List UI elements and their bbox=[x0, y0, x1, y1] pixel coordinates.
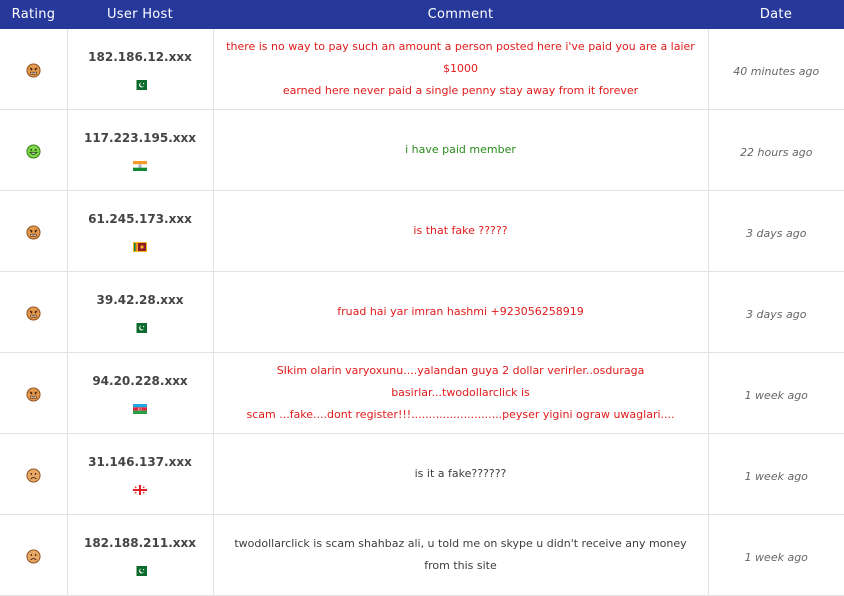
comment-text: fruad hai yar imran hashmi +923056258919 bbox=[337, 305, 584, 318]
comment-cell: is that fake ????? bbox=[213, 190, 709, 272]
comment-cell: fruad hai yar imran hashmi +923056258919 bbox=[213, 271, 709, 353]
date-cell: 40 minutes ago bbox=[708, 29, 844, 110]
table-row: 31.146.137.xxx is it a fake?????? 1 week a… bbox=[0, 433, 844, 515]
host-cell: 182.188.211.xxx bbox=[67, 514, 214, 596]
user-ip: 117.223.195.xxx bbox=[83, 130, 197, 145]
rating-cell bbox=[0, 271, 68, 353]
post-date: 1 week ago bbox=[744, 550, 808, 564]
comment-text: there is no way to pay such an amount a … bbox=[226, 40, 695, 75]
post-date: 3 days ago bbox=[746, 307, 807, 321]
table-row: 182.186.12.xxx there is no way to pay suc… bbox=[0, 29, 844, 110]
sad-face-icon bbox=[26, 467, 41, 483]
rating-cell bbox=[0, 352, 68, 434]
user-ip: 31.146.137.xxx bbox=[88, 454, 192, 469]
date-cell: 1 week ago bbox=[708, 433, 844, 515]
table-row: 182.188.211.xxx twodollarclick is scam sh… bbox=[0, 514, 844, 596]
comment-cell: twodollarclick is scam shahbaz ali, u to… bbox=[213, 514, 709, 596]
rating-column-header: Rating bbox=[0, 0, 67, 29]
table-row: 94.20.228.xxx SIkim olarin varyoxunu....y… bbox=[0, 352, 844, 434]
rating-cell bbox=[0, 109, 68, 191]
angry-face-icon bbox=[26, 305, 41, 321]
comment-text: i have paid member bbox=[405, 143, 516, 156]
table-row: 61.245.173.xxx is that fake ????? 3 days a… bbox=[0, 190, 844, 272]
table-header: Rating User Host Comment Date bbox=[0, 0, 844, 29]
post-date: 3 days ago bbox=[746, 226, 807, 240]
comment-text: is that fake ????? bbox=[413, 224, 508, 237]
angry-face-icon bbox=[26, 386, 41, 402]
angry-face-icon bbox=[26, 62, 41, 78]
rating-cell bbox=[0, 190, 68, 272]
post-date: 1 week ago bbox=[744, 469, 808, 483]
reviews-table: Rating User Host Comment Date 182.186.12… bbox=[0, 0, 844, 596]
comment-cell: there is no way to pay such an amount a … bbox=[213, 29, 709, 110]
comment-text: earned here never paid a single penny st… bbox=[282, 84, 639, 97]
pakistan-flag-icon bbox=[133, 318, 147, 333]
sri-lanka-flag-icon bbox=[133, 237, 147, 252]
comment-cell: SIkim olarin varyoxunu....yalandan guya … bbox=[213, 352, 709, 434]
georgia-flag-icon bbox=[132, 480, 148, 496]
user-ip: 182.186.12.xxx bbox=[88, 49, 192, 64]
host-cell: 31.146.137.xxx bbox=[67, 433, 214, 515]
comment-text: scam ...fake....dont register!!!........… bbox=[246, 408, 675, 421]
comment-cell: i have paid member bbox=[213, 109, 709, 191]
post-date: 22 hours ago bbox=[740, 145, 813, 159]
table-row: 39.42.28.xxx fruad hai yar imran hashmi +… bbox=[0, 271, 844, 353]
host-cell: 61.245.173.xxx bbox=[67, 190, 214, 272]
date-cell: 3 days ago bbox=[708, 271, 844, 353]
india-flag-icon bbox=[133, 156, 147, 171]
user-ip: 182.188.211.xxx bbox=[83, 535, 197, 550]
host-cell: 182.186.12.xxx bbox=[67, 29, 214, 110]
date-cell: 3 days ago bbox=[708, 190, 844, 272]
comment-text: is it a fake?????? bbox=[414, 467, 507, 480]
date-cell: 1 week ago bbox=[708, 514, 844, 596]
date-column-header: Date bbox=[708, 0, 844, 29]
sad-face-icon bbox=[26, 548, 41, 564]
user-ip: 94.20.228.xxx bbox=[92, 373, 188, 388]
user-ip: 61.245.173.xxx bbox=[88, 211, 192, 226]
comment-column-header: Comment bbox=[213, 0, 708, 29]
host-cell: 117.223.195.xxx bbox=[67, 109, 214, 191]
rating-cell bbox=[0, 514, 68, 596]
host-column-header: User Host bbox=[67, 0, 213, 29]
date-cell: 1 week ago bbox=[708, 352, 844, 434]
table-row: 117.223.195.xxx i have paid member 22 hour… bbox=[0, 109, 844, 191]
pakistan-flag-icon bbox=[133, 75, 147, 90]
angry-face-icon bbox=[26, 224, 41, 240]
comment-text: SIkim olarin varyoxunu....yalandan guya … bbox=[276, 364, 645, 399]
comment-cell: is it a fake?????? bbox=[213, 433, 709, 515]
happy-face-icon bbox=[26, 143, 41, 159]
post-date: 40 minutes ago bbox=[733, 64, 820, 78]
comment-text: twodollarclick is scam shahbaz ali, u to… bbox=[234, 537, 687, 572]
user-ip: 39.42.28.xxx bbox=[96, 292, 184, 307]
rating-cell bbox=[0, 433, 68, 515]
host-cell: 94.20.228.xxx bbox=[67, 352, 214, 434]
date-cell: 22 hours ago bbox=[708, 109, 844, 191]
pakistan-flag-icon bbox=[133, 561, 147, 576]
azerbaijan-flag-icon bbox=[133, 399, 147, 414]
host-cell: 39.42.28.xxx bbox=[67, 271, 214, 353]
table-body: 182.186.12.xxx there is no way to pay suc… bbox=[0, 29, 844, 596]
rating-cell bbox=[0, 29, 68, 110]
post-date: 1 week ago bbox=[744, 388, 808, 402]
